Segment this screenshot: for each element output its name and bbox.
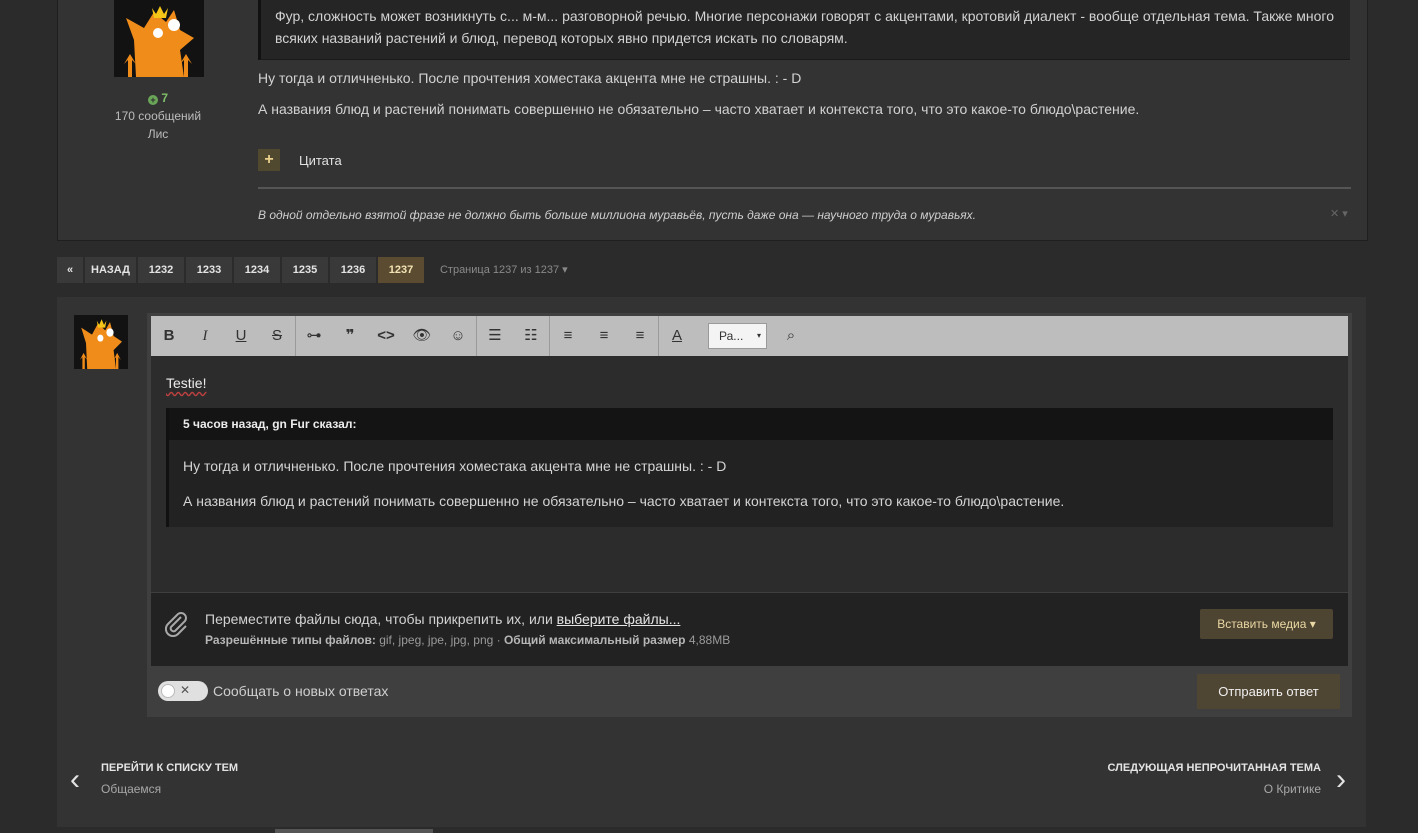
back-to-topics-link[interactable]: ‹ ПЕРЕЙТИ К СПИСКУ ТЕМ Общаемся	[70, 762, 238, 796]
quote-paragraph: А названия блюд и растений понимать сове…	[183, 493, 1065, 509]
divider	[258, 187, 1351, 189]
page-info-dropdown[interactable]: Страница 1237 из 1237 ▾	[440, 257, 568, 283]
close-icon: ✕	[180, 683, 191, 697]
quote-paragraph: Ну тогда и отличненько. После прочтения …	[183, 458, 727, 474]
quoted-text: Фур, сложность может возникнуть с... м-м…	[258, 0, 1350, 60]
chevron-down-icon: ▾	[756, 331, 761, 340]
link-icon[interactable]: ⊶	[296, 316, 332, 356]
member-title: Лис	[147, 127, 169, 141]
chevron-left-icon: ‹	[70, 763, 80, 796]
spoiler-eye-icon[interactable]: 👁	[404, 316, 440, 356]
insert-media-button[interactable]: Вставить медиа ▾	[1200, 609, 1333, 639]
page-link[interactable]: 1235	[281, 257, 328, 283]
align-center-icon[interactable]: ≡	[586, 316, 622, 356]
signature-controls[interactable]: ✕ ▾	[1330, 207, 1348, 220]
notify-label[interactable]: Сообщать о новых ответах	[213, 683, 388, 699]
text-color-icon[interactable]: A	[659, 316, 695, 356]
max-size-label: Общий максимальный размер	[503, 633, 686, 647]
editor-quote-block[interactable]: 5 часов назад, gn Fur сказал: Ну тогда и…	[166, 408, 1333, 527]
bold-button[interactable]: B	[151, 316, 187, 356]
dropzone-text: Переместите файлы сюда, чтобы прикрепить…	[205, 611, 680, 627]
page-link[interactable]: 1233	[185, 257, 232, 283]
align-left-icon[interactable]: ≡	[550, 316, 586, 356]
post-count: 170 сообщений	[114, 109, 202, 123]
next-title: СЛЕДУЮЩАЯ НЕПРОЧИТАННАЯ ТЕМА	[1107, 762, 1322, 774]
post-paragraph: А названия блюд и растений понимать сове…	[258, 101, 1140, 117]
current-user-avatar[interactable]	[74, 315, 128, 369]
scroll-indicator	[275, 829, 433, 833]
page-link[interactable]: 1234	[233, 257, 280, 283]
align-right-icon[interactable]: ≡	[622, 316, 658, 356]
toggle-knob	[161, 684, 175, 698]
reputation-value: 7	[161, 91, 169, 105]
editor-toolbar: B I U S ⊶ ❞ <> 👁 ☺ ☰ ☷ ≡ ≡ ≡ A Ра... ▾ ⌕	[151, 316, 1348, 356]
pagination: « НАЗАД 1232 1233 1234 1235 1236 1237 Ст…	[57, 257, 568, 283]
emoji-icon[interactable]: ☺	[440, 316, 476, 356]
signature: В одной отдельно взятой фразе не должно …	[258, 208, 977, 222]
font-select[interactable]: Ра... ▾	[708, 323, 767, 349]
chevron-right-icon: ›	[1336, 763, 1346, 796]
next-unread-topic-link[interactable]: СЛЕДУЮЩАЯ НЕПРОЧИТАННАЯ ТЕМА О Критике ›	[1108, 762, 1347, 796]
underline-button[interactable]: U	[223, 316, 259, 356]
back-title: ПЕРЕЙТИ К СПИСКУ ТЕМ	[101, 762, 239, 774]
types-label: Разрешённые типы файлов:	[205, 633, 376, 647]
bulleted-list-icon[interactable]: ☰	[477, 316, 513, 356]
file-restrictions: Разрешённые типы файлов: gif, jpeg, jpe,…	[205, 633, 730, 647]
notify-toggle[interactable]: ✕	[158, 681, 208, 701]
post-paragraph: Ну тогда и отличненько. После прочтения …	[258, 70, 802, 86]
quote-icon[interactable]: ❞	[332, 316, 368, 356]
first-page-button[interactable]: «	[57, 257, 83, 283]
numbered-list-icon[interactable]: ☷	[513, 316, 549, 356]
attachment-dropzone[interactable]: Переместите файлы сюда, чтобы прикрепить…	[151, 593, 1348, 666]
page-link[interactable]: 1236	[329, 257, 376, 283]
preview-icon[interactable]: ⌕	[773, 316, 809, 356]
max-size-value: 4,88MB	[685, 633, 731, 647]
submit-reply-button[interactable]: Отправить ответ	[1197, 674, 1340, 709]
types-value: gif, jpeg, jpe, jpg, png ·	[375, 633, 504, 647]
editor-text[interactable]: Testie!	[166, 375, 206, 391]
choose-files-link[interactable]: выберите файлы...	[557, 611, 681, 627]
italic-button[interactable]: I	[187, 316, 223, 356]
next-subtitle: О Критике	[1263, 782, 1321, 796]
dropzone-label: Переместите файлы сюда, чтобы прикрепить…	[205, 611, 557, 627]
quote-citation: 5 часов назад, gn Fur сказал:	[169, 408, 1333, 440]
prev-page-button[interactable]: НАЗАД	[85, 257, 136, 283]
back-subtitle: Общаемся	[101, 782, 162, 796]
reputation: + 7	[58, 91, 258, 105]
plus-circle-icon: +	[147, 95, 158, 105]
strikethrough-button[interactable]: S	[259, 316, 295, 356]
code-icon[interactable]: <>	[368, 316, 404, 356]
author-avatar[interactable]	[114, 0, 204, 77]
quote-plus-button[interactable]: +	[258, 149, 280, 171]
quote-button-label[interactable]: Цитата	[299, 153, 342, 168]
font-select-value: Ра...	[719, 329, 744, 343]
paperclip-icon	[163, 609, 189, 644]
page-link-current[interactable]: 1237	[377, 257, 424, 283]
forum-post: + 7 170 сообщений Лис Фур, сложность мож…	[57, 0, 1368, 241]
page-link[interactable]: 1232	[137, 257, 184, 283]
